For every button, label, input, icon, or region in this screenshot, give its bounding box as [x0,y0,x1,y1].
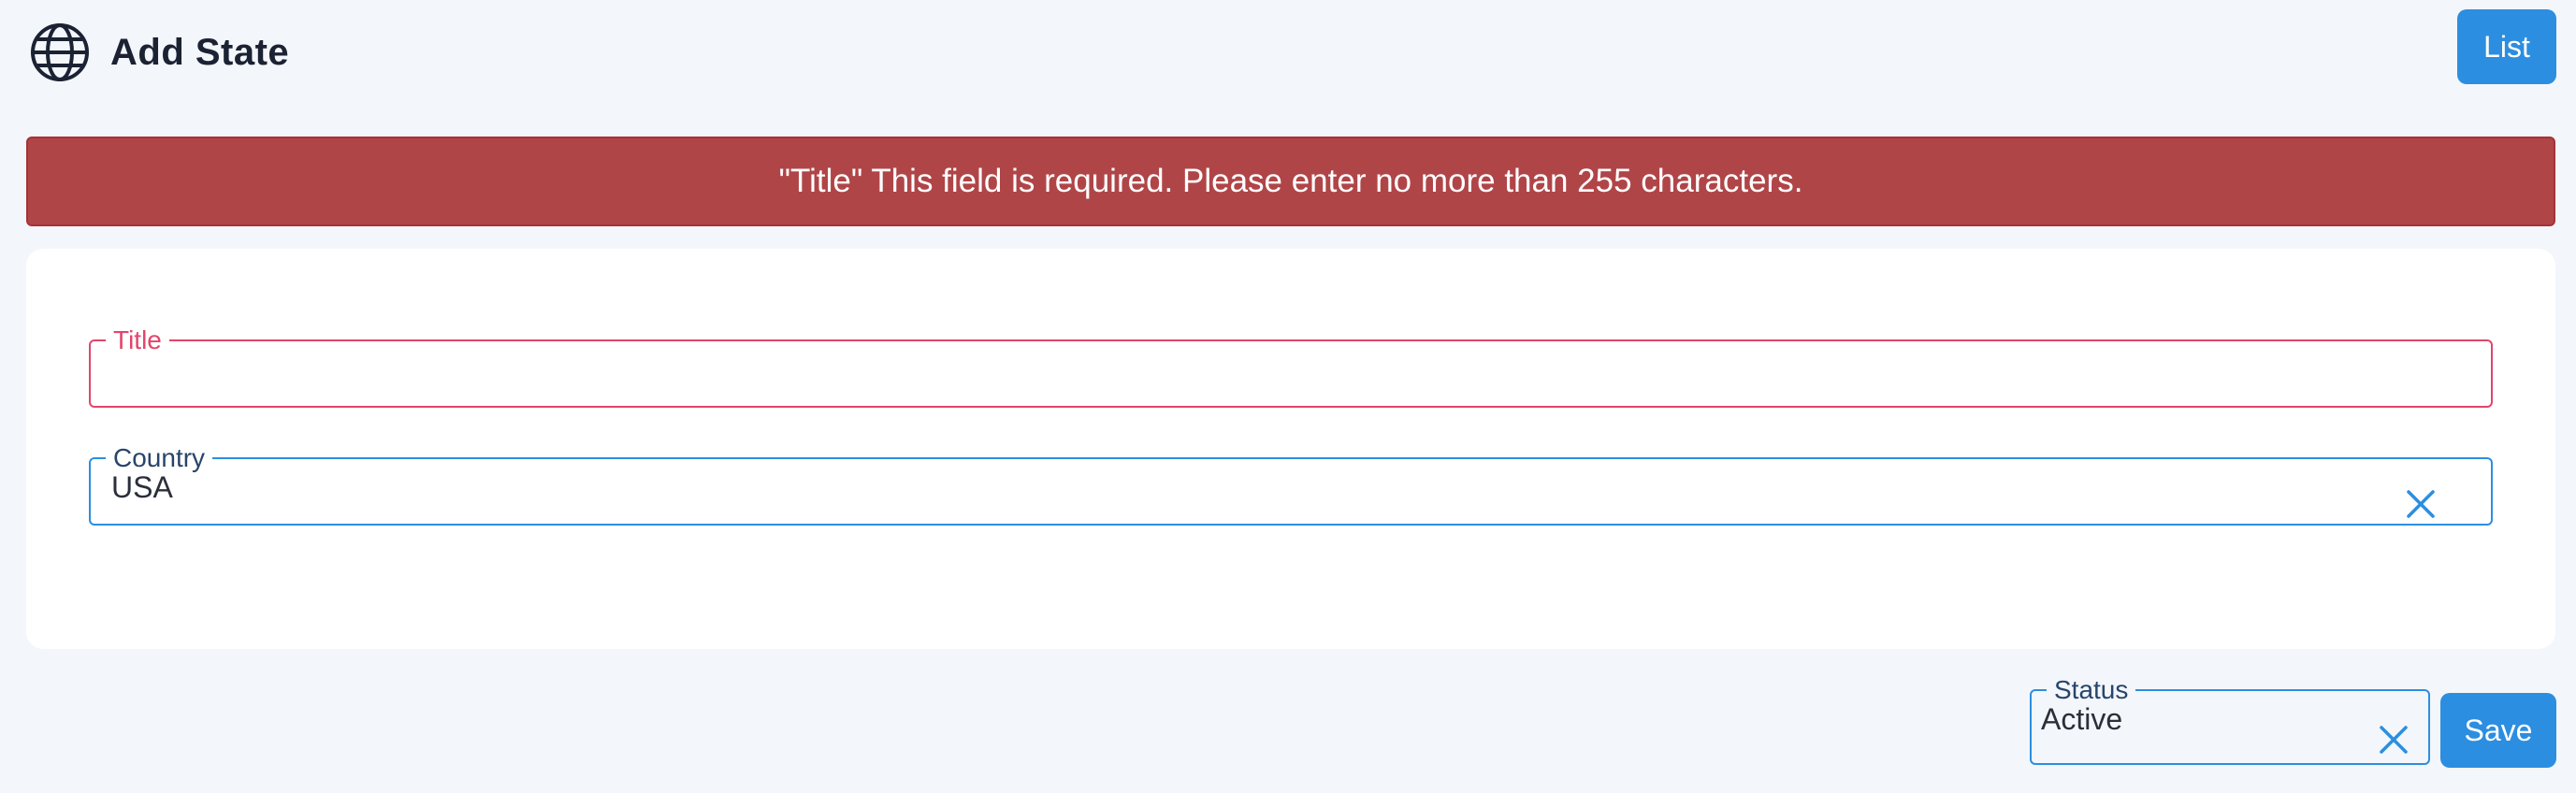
page-title: Add State [110,32,290,73]
status-label: Status [2054,675,2129,704]
country-value: USA [111,470,173,504]
globe-icon [31,23,89,81]
status-value: Active [2041,702,2123,736]
error-alert: "Title" This field is required. Please e… [26,137,2555,226]
close-icon[interactable] [2378,724,2410,756]
list-button[interactable]: List [2457,9,2556,84]
country-label: Country [113,443,206,472]
save-button[interactable]: Save [2440,693,2556,768]
title-field[interactable]: Title [89,325,2493,408]
close-icon[interactable] [2405,488,2437,520]
page-header: Add State List [0,0,2576,105]
status-select[interactable]: Status Active [2030,675,2430,765]
country-select[interactable]: Country USA [89,443,2493,526]
title-label: Title [113,325,162,354]
title-input[interactable] [109,352,2472,391]
